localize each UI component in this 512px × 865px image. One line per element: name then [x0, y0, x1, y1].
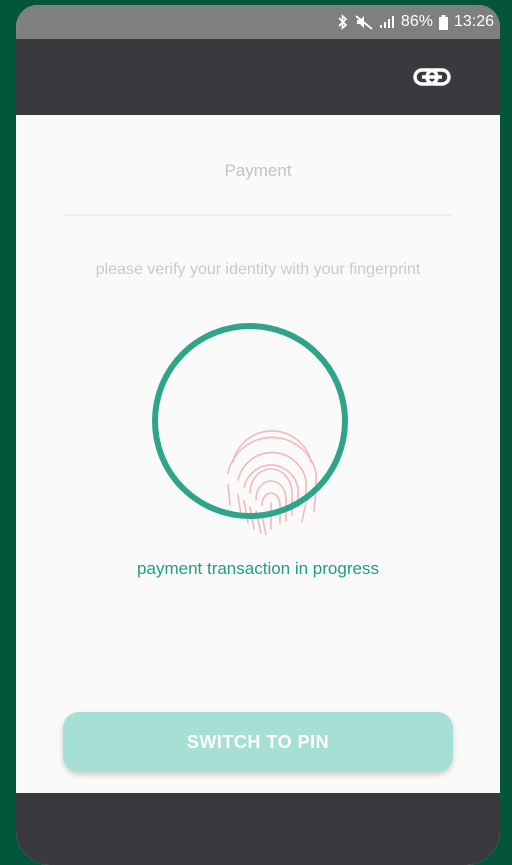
switch-to-pin-button[interactable]: SWITCH TO PIN	[63, 712, 453, 772]
page-title: Payment	[224, 161, 292, 180]
fingerprint-icon	[227, 430, 317, 536]
brand-link-logo-icon	[412, 65, 452, 89]
divider	[64, 214, 452, 216]
bluetooth-icon	[337, 14, 349, 30]
transaction-status: payment transaction in progress	[137, 559, 379, 578]
instruction-text: please verify your identity with your fi…	[95, 261, 421, 278]
clock: 13:26	[453, 13, 494, 30]
fingerprint-scanner[interactable]	[146, 315, 366, 536]
navigation-bar	[16, 793, 500, 865]
main-content: Payment please verify your identity with…	[16, 115, 500, 793]
app-bar	[16, 39, 500, 115]
mute-icon	[355, 14, 373, 30]
signal-icon	[379, 15, 395, 29]
status-bar: 86% 13:26	[16, 5, 500, 39]
battery-percent: 86%	[400, 13, 433, 30]
battery-icon	[438, 14, 448, 30]
phone-screen: 86% 13:26 Payment please verify your ide…	[16, 5, 500, 865]
